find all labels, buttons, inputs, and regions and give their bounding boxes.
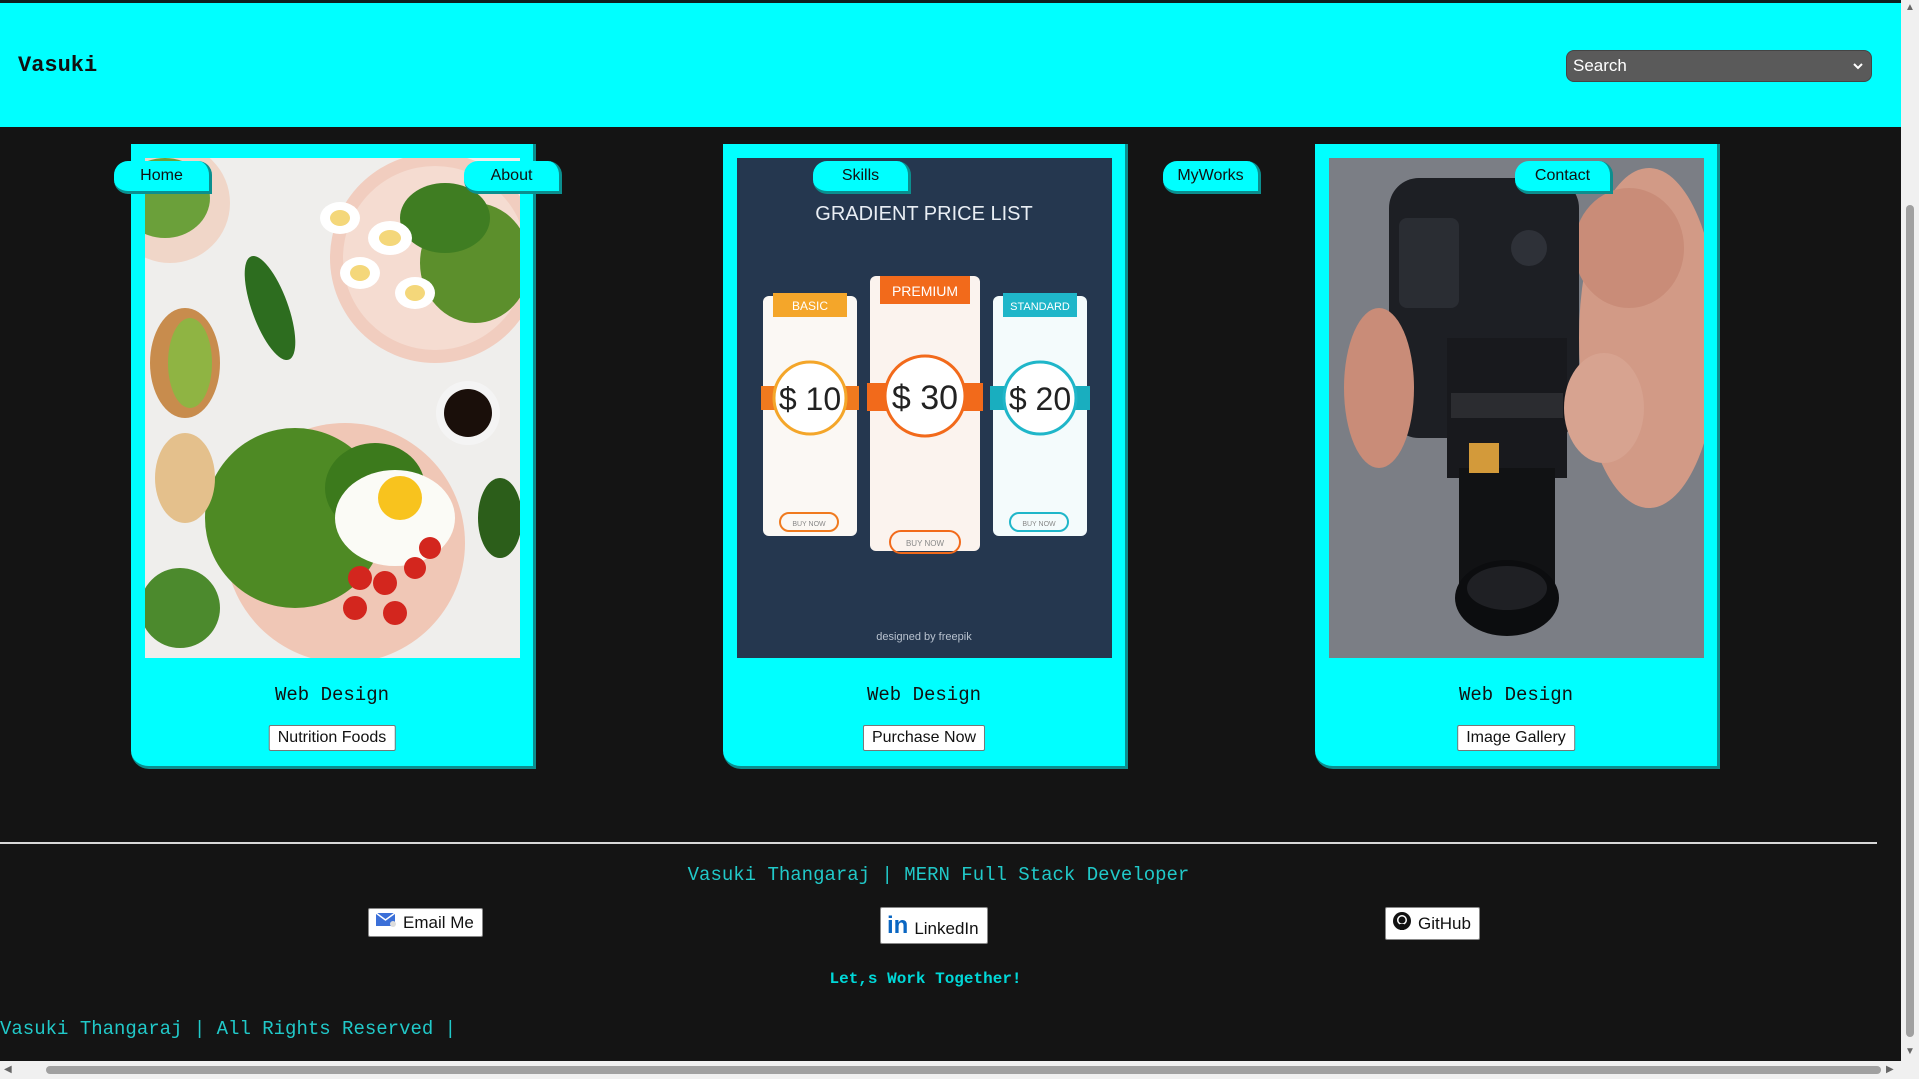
vertical-scrollbar[interactable]: ▲ ▼ [1901, 0, 1919, 1061]
email-me-button[interactable]: Email Me [368, 908, 483, 937]
copyright-text: Vasuki Thangaraj | All Rights Reserved | [0, 1018, 457, 1040]
linkedin-icon: in [887, 912, 909, 939]
scroll-up-arrow-icon[interactable]: ▲ [1905, 2, 1915, 13]
scroll-down-arrow-icon[interactable]: ▼ [1905, 1046, 1915, 1057]
footer-divider [0, 842, 1877, 844]
linkedin-button[interactable]: in LinkedIn [880, 907, 988, 944]
scrollbar-corner [1901, 1061, 1919, 1079]
vertical-scrollbar-thumb[interactable] [1906, 205, 1914, 1037]
github-label: GitHub [1418, 913, 1471, 933]
github-icon [1392, 911, 1412, 936]
chevron-down-icon [1852, 57, 1864, 77]
linkedin-label: LinkedIn [914, 919, 979, 938]
image-gallery-button[interactable]: Image Gallery [1457, 725, 1575, 751]
horizontal-scrollbar-thumb[interactable] [46, 1066, 1881, 1074]
nutrition-food-image [145, 158, 520, 658]
nav-tab-myworks[interactable]: MyWorks [1163, 161, 1261, 194]
search-select[interactable]: Search [1566, 50, 1872, 82]
nav-tab-about[interactable]: About [464, 161, 562, 194]
premium-plan-cta: BUY NOW [906, 539, 945, 548]
header: Vasuki Search [0, 3, 1901, 127]
nav-tab-skills[interactable]: Skills [813, 161, 911, 194]
horizontal-scrollbar[interactable]: ◀ ▶ [0, 1061, 1901, 1079]
purchase-now-button[interactable]: Purchase Now [862, 725, 986, 751]
footer-name-line: Vasuki Thangaraj | MERN Full Stack Devel… [687, 864, 1190, 886]
pricing-list-image: GRADIENT PRICE LIST BASIC $ 10 BUY NOW P… [737, 158, 1112, 658]
standard-plan-cta: BUY NOW [1022, 521, 1056, 528]
card-title: Web Design [1458, 684, 1574, 706]
nav-tab-contact[interactable]: Contact [1515, 161, 1613, 194]
nav-tab-home[interactable]: Home [114, 161, 212, 194]
pricing-heading: GRADIENT PRICE LIST [815, 203, 1032, 225]
premium-plan-name: PREMIUM [892, 283, 958, 299]
basic-plan-price: $ 10 [779, 381, 841, 417]
project-card-pricing: GRADIENT PRICE LIST BASIC $ 10 BUY NOW P… [723, 144, 1128, 769]
page: Vasuki Search Web Design Nutrition Foods… [0, 0, 1901, 1061]
standard-plan-price: $ 20 [1009, 381, 1071, 417]
scroll-right-arrow-icon[interactable]: ▶ [1886, 1064, 1894, 1075]
standard-plan-name: STANDARD [1010, 301, 1070, 313]
tagline: Let,s Work Together! [829, 970, 1022, 988]
search-select-value: Search [1573, 56, 1627, 75]
premium-plan-price: $ 30 [892, 379, 958, 417]
mail-icon [375, 912, 397, 933]
nutrition-foods-button[interactable]: Nutrition Foods [268, 725, 396, 751]
project-card-gallery: Web Design Image Gallery [1315, 144, 1720, 769]
basic-plan-name: BASIC [792, 299, 828, 313]
card-title: Web Design [274, 684, 390, 706]
basic-plan-cta: BUY NOW [792, 521, 826, 528]
scroll-left-arrow-icon[interactable]: ◀ [4, 1064, 12, 1075]
email-me-label: Email Me [403, 912, 474, 932]
card-title: Web Design [866, 684, 982, 706]
freepik-credit: designed by freepik [876, 631, 972, 643]
github-button[interactable]: GitHub [1385, 907, 1480, 940]
camera-photo-image [1329, 158, 1704, 658]
project-card-nutrition: Web Design Nutrition Foods [131, 144, 536, 769]
brand-logo-text[interactable]: Vasuki [18, 53, 97, 78]
